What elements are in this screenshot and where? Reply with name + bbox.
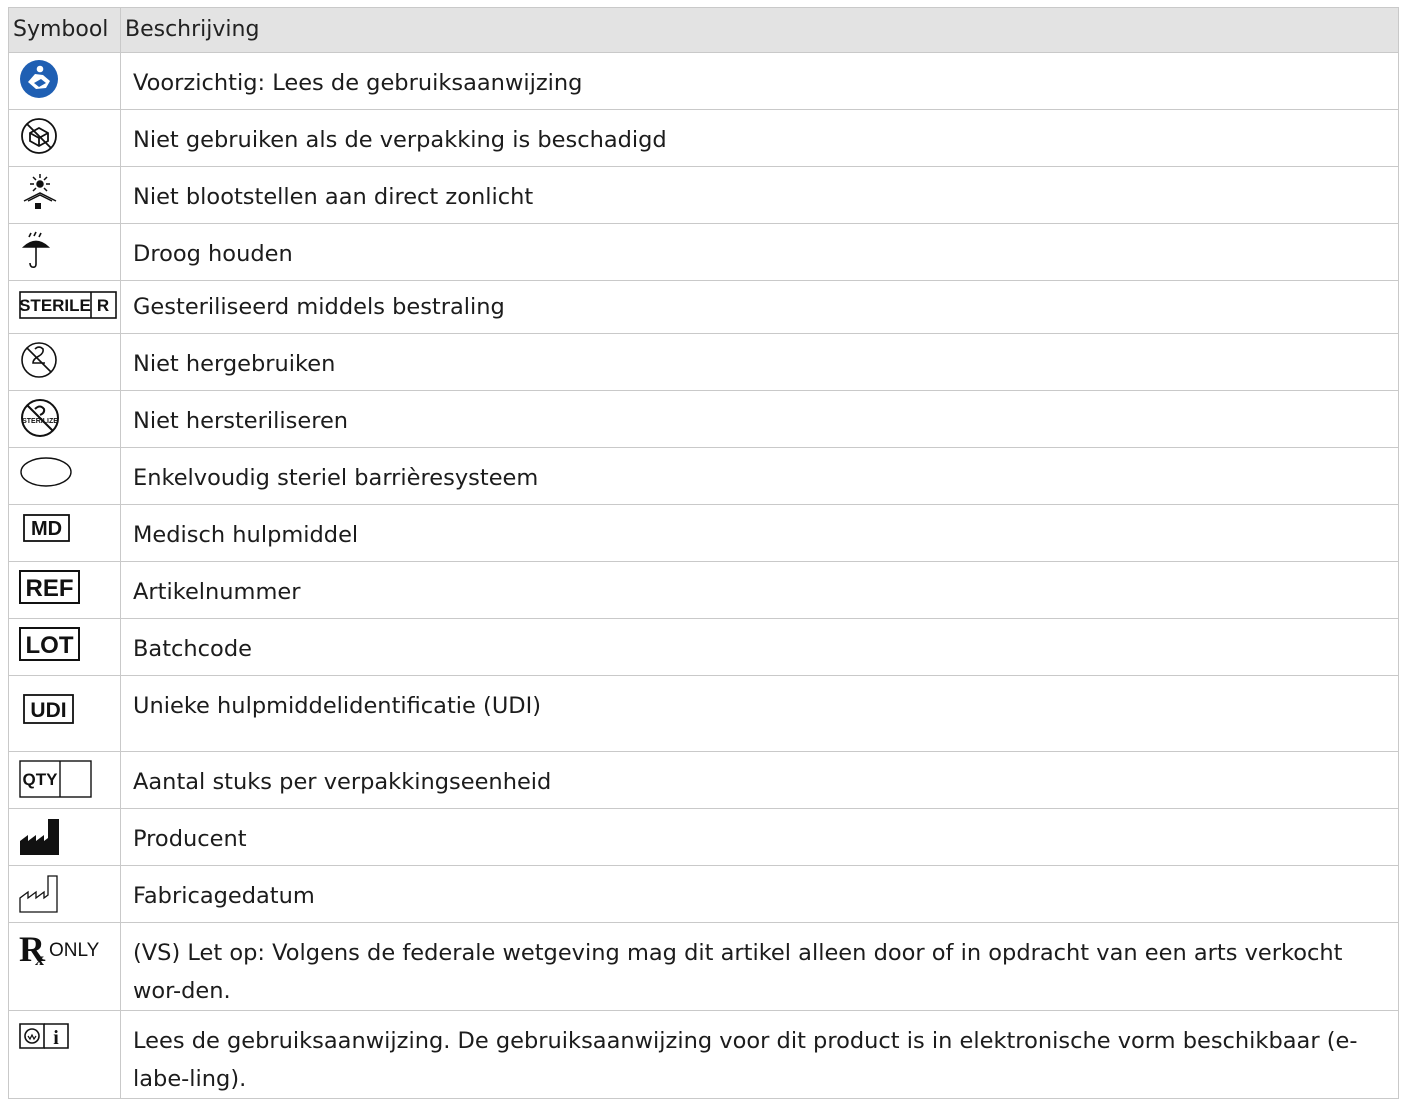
do-not-reuse-icon — [19, 340, 59, 380]
description-cell: Artikelnummer — [120, 561, 1399, 619]
table-row: STERILIZE Niet hersteriliseren — [8, 390, 1399, 448]
column-header-description: Beschrijving — [120, 7, 1399, 53]
svg-text:LOT: LOT — [26, 632, 74, 659]
table-row: REF Artikelnummer — [8, 561, 1399, 619]
svg-text:x: x — [35, 949, 44, 967]
description-cell: Gesteriliseerd middels bestraling — [120, 280, 1399, 334]
table-row: MD Medisch hulpmiddel — [8, 504, 1399, 562]
keep-away-from-sunlight-icon — [19, 173, 61, 215]
svg-text:R: R — [97, 296, 109, 315]
description-cell: Batchcode — [120, 618, 1399, 676]
consult-ifu-icon — [19, 59, 59, 99]
table-row: STERILE R Gesteriliseerd middels bestral… — [8, 280, 1399, 334]
table-row: Fabricagedatum — [8, 865, 1399, 923]
table-row: Enkelvoudig steriel barrièresysteem — [8, 447, 1399, 505]
date-of-manufacture-icon — [19, 872, 63, 914]
table-row: R x ONLY (VS) Let op: Volgens de federal… — [8, 922, 1399, 1011]
description-cell: Niet hersteriliseren — [120, 390, 1399, 448]
svg-text:REF: REF — [26, 575, 74, 602]
table-row: LOT Batchcode — [8, 618, 1399, 676]
quantity-icon: QTY — [19, 760, 93, 798]
medical-device-icon: MD — [23, 514, 71, 542]
description-cell: Niet hergebruiken — [120, 333, 1399, 391]
table-row: Niet blootstellen aan direct zonlicht — [8, 166, 1399, 224]
description-cell: Droog houden — [120, 223, 1399, 281]
table-row: Producent — [8, 808, 1399, 866]
svg-text:ONLY: ONLY — [49, 940, 100, 961]
table-row: Niet hergebruiken — [8, 333, 1399, 391]
description-cell: Unieke hulpmiddelidentificatie (UDI) — [120, 675, 1399, 752]
catalogue-number-icon: REF — [19, 570, 81, 604]
manufacturer-icon — [19, 815, 63, 857]
table-row: Droog houden — [8, 223, 1399, 281]
description-cell: Fabricagedatum — [120, 865, 1399, 923]
batch-code-icon: LOT — [19, 627, 81, 661]
description-cell: Enkelvoudig steriel barrièresysteem — [120, 447, 1399, 505]
svg-text:MD: MD — [31, 518, 62, 540]
table-row: QTY Aantal stuks per verpakkingseenheid — [8, 751, 1399, 809]
table-row: Niet gebruiken als de verpakking is besc… — [8, 109, 1399, 167]
svg-text:UDI: UDI — [30, 699, 66, 722]
description-cell: Lees de gebruiksaanwijzing. De gebruiksa… — [120, 1010, 1399, 1099]
svg-text:STERILE: STERILE — [19, 296, 91, 315]
description-cell: Producent — [120, 808, 1399, 866]
table-row: UDI Unieke hulpmiddelidentificatie (UDI) — [8, 675, 1399, 752]
svg-text:QTY: QTY — [23, 770, 59, 789]
do-not-use-if-damaged-icon — [19, 116, 59, 156]
description-cell: Niet blootstellen aan direct zonlicht — [120, 166, 1399, 224]
table-header-row: Symbool Beschrijving — [8, 7, 1399, 53]
symbols-table: Symbool Beschrijving Voorzichtig: Lees d… — [8, 7, 1399, 1099]
description-cell: Niet gebruiken als de verpakking is besc… — [120, 109, 1399, 167]
single-sterile-barrier-icon — [19, 454, 75, 490]
rx-only-icon: R x ONLY — [19, 931, 117, 967]
description-cell: (VS) Let op: Volgens de federale wetgevi… — [120, 922, 1399, 1011]
do-not-resterilize-icon: STERILIZE — [19, 397, 61, 439]
description-cell: Aantal stuks per verpakkingseenheid — [120, 751, 1399, 809]
table-row: i Lees de gebruiksaanwijzing. De gebruik… — [8, 1010, 1399, 1099]
keep-dry-icon — [19, 230, 59, 270]
svg-text:i: i — [53, 1027, 59, 1049]
description-cell: Voorzichtig: Lees de gebruiksaanwijzing — [120, 52, 1399, 110]
sterile-r-icon: STERILE R — [19, 291, 117, 319]
e-labeling-icon: i — [19, 1021, 71, 1049]
table-row: Voorzichtig: Lees de gebruiksaanwijzing — [8, 52, 1399, 110]
description-cell: Medisch hulpmiddel — [120, 504, 1399, 562]
column-header-symbol: Symbool — [8, 7, 121, 53]
udi-icon: UDI — [23, 694, 75, 724]
